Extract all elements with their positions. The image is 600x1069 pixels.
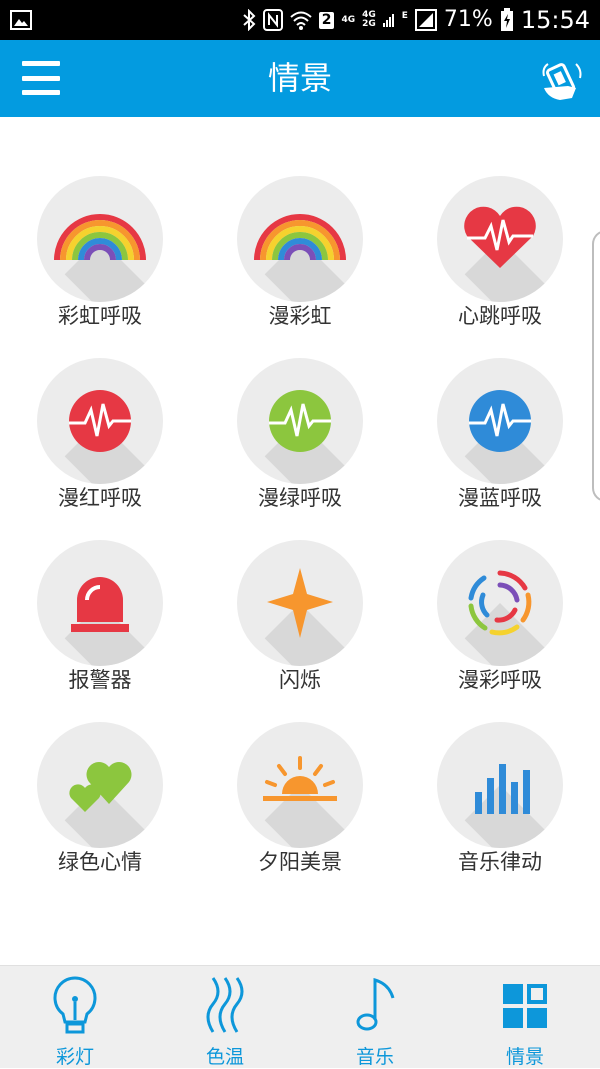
scene-green-breath[interactable]: 漫绿呼吸 (200, 358, 400, 528)
network-type-e: E (401, 11, 408, 21)
nfc-icon (262, 9, 283, 31)
music-bars-icon (475, 764, 530, 814)
network-type-dual: 4G 2G (362, 10, 376, 29)
page-title: 情景 (267, 59, 332, 97)
heartbeat-icon (464, 206, 536, 268)
scene-sunset[interactable]: 夕阳美景 (200, 722, 400, 892)
app-bar: 情景 (0, 40, 600, 117)
scene-label: 音乐律动 (458, 850, 542, 874)
signal-icon (382, 14, 394, 27)
scene-rainbow-breath[interactable]: 彩虹呼吸 (0, 176, 200, 346)
battery-percent: 71% (443, 7, 493, 32)
network-type: 4G (341, 14, 356, 25)
green-hearts-icon (69, 762, 132, 812)
alarm-siren-icon (71, 577, 129, 632)
scene-music-rhythm[interactable]: 音乐律动 (400, 722, 600, 892)
scene-flash[interactable]: 闪烁 (200, 540, 400, 710)
side-drawer-handle[interactable] (592, 230, 600, 502)
scene-label: 漫彩呼吸 (458, 668, 542, 692)
tab-label: 音乐 (355, 1046, 394, 1068)
shake-phone-icon[interactable] (538, 58, 584, 104)
lightbulb-icon (53, 976, 97, 1034)
scene-heartbeat-breath[interactable]: 心跳呼吸 (400, 176, 600, 346)
scene-label: 漫绿呼吸 (258, 486, 342, 510)
pulse-blue-icon (469, 390, 531, 452)
heat-waves-icon (206, 977, 244, 1033)
tab-label: 色温 (205, 1046, 244, 1068)
flash-star-icon (267, 568, 333, 638)
sim-slot-badge: 2 (318, 11, 335, 29)
grid-scene-icon (503, 984, 547, 1028)
color-swirl-icon (468, 570, 532, 636)
tab-color-light[interactable]: 彩灯 (0, 966, 150, 1068)
status-bar: 2 4G 4G 2G E 71% 15:54 (0, 0, 600, 40)
bottom-nav: 彩灯 色温 音乐 情景 (0, 965, 600, 1068)
bluetooth-icon (243, 9, 256, 31)
scene-rainbow-slow[interactable]: 漫彩虹 (200, 176, 400, 346)
scene-label: 绿色心情 (58, 850, 142, 874)
clock: 15:54 (520, 6, 590, 34)
scene-label: 报警器 (68, 668, 132, 692)
scene-label: 漫蓝呼吸 (458, 486, 542, 510)
signal-strength-icon (414, 9, 437, 31)
wifi-icon (290, 11, 312, 30)
scene-blue-breath[interactable]: 漫蓝呼吸 (400, 358, 600, 528)
scene-label: 夕阳美景 (258, 850, 342, 874)
tab-label: 彩灯 (55, 1046, 94, 1068)
tab-music[interactable]: 音乐 (300, 966, 450, 1068)
scene-red-breath[interactable]: 漫红呼吸 (0, 358, 200, 528)
tab-scene[interactable]: 情景 (450, 966, 600, 1068)
scene-label: 心跳呼吸 (458, 304, 542, 328)
scene-green-mood[interactable]: 绿色心情 (0, 722, 200, 892)
rainbow-icon (54, 214, 146, 261)
scene-label: 漫彩虹 (268, 304, 332, 328)
scene-label: 漫红呼吸 (58, 486, 142, 510)
music-note-icon (356, 978, 395, 1031)
pulse-red-icon (69, 390, 131, 452)
sunset-icon (263, 756, 337, 801)
pulse-green-icon (269, 390, 331, 452)
scene-label: 闪烁 (279, 668, 321, 692)
scene-alarm[interactable]: 报警器 (0, 540, 200, 710)
tab-color-temp[interactable]: 色温 (150, 966, 300, 1068)
tab-label: 情景 (505, 1046, 544, 1068)
hamburger-menu-icon[interactable] (22, 61, 60, 95)
scene-label: 彩虹呼吸 (58, 304, 142, 328)
scene-color-breath[interactable]: 漫彩呼吸 (400, 540, 600, 710)
battery-icon (500, 8, 513, 31)
rainbow-icon (254, 214, 346, 261)
gallery-icon (10, 10, 32, 30)
